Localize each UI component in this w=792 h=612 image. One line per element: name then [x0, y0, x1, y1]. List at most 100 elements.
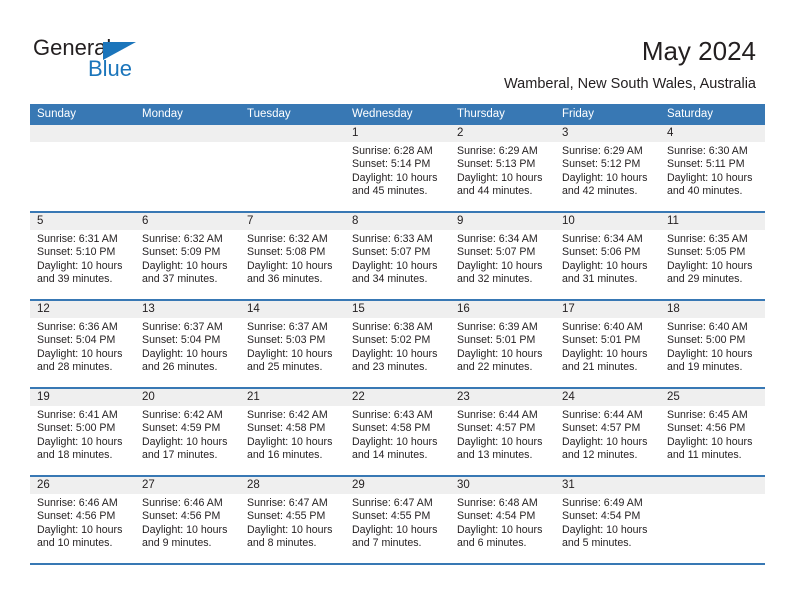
calendar-day-cell[interactable]: 6 Sunrise: 6:32 AM Sunset: 5:09 PM Daylight…	[135, 213, 240, 299]
day-number: 15	[345, 301, 450, 318]
calendar-day-cell[interactable]: 24 Sunrise: 6:44 AM Sunset: 4:57 PM Dayligh…	[555, 389, 660, 475]
calendar-day-cell[interactable]: 2 Sunrise: 6:29 AM Sunset: 5:13 PM Daylight…	[450, 125, 555, 211]
page-subtitle-location: Wamberal, New South Wales, Australia	[504, 76, 756, 92]
daylight-line2-text: and 12 minutes.	[562, 449, 638, 462]
day-number: 26	[30, 477, 135, 494]
daylight-line1-text: Daylight: 10 hours	[352, 523, 438, 536]
calendar-day-cell[interactable]: 26 Sunrise: 6:46 AM Sunset: 4:56 PM Dayligh…	[30, 477, 135, 563]
daylight-line2-text: and 25 minutes.	[247, 361, 323, 374]
daylight-line1-text: Daylight: 10 hours	[562, 523, 648, 536]
sunset-text: Sunset: 4:58 PM	[247, 422, 326, 435]
sunrise-text: Sunrise: 6:35 AM	[667, 233, 748, 245]
day-details: Sunrise: 6:47 AM Sunset: 4:55 PM Daylight:…	[345, 494, 450, 551]
calendar-day-cell[interactable]: 18 Sunrise: 6:40 AM Sunset: 5:00 PM Dayligh…	[660, 301, 765, 387]
calendar-day-cell-empty	[240, 125, 345, 211]
calendar-day-cell[interactable]: 14 Sunrise: 6:37 AM Sunset: 5:03 PM Dayligh…	[240, 301, 345, 387]
calendar-day-cell[interactable]: 10 Sunrise: 6:34 AM Sunset: 5:06 PM Dayligh…	[555, 213, 660, 299]
calendar-day-cell[interactable]: 3 Sunrise: 6:29 AM Sunset: 5:12 PM Daylight…	[555, 125, 660, 211]
daylight-line2-text: and 34 minutes.	[352, 273, 428, 286]
day-details: Sunrise: 6:46 AM Sunset: 4:56 PM Daylight:…	[30, 494, 135, 551]
calendar-day-cell[interactable]: 12 Sunrise: 6:36 AM Sunset: 5:04 PM Dayligh…	[30, 301, 135, 387]
daylight-line1-text: Daylight: 10 hours	[37, 347, 123, 360]
day-details: Sunrise: 6:31 AM Sunset: 5:10 PM Daylight:…	[30, 230, 135, 287]
calendar-page: General Blue May 2024 Wamberal, New Sout…	[0, 0, 792, 612]
calendar-week-row: 19 Sunrise: 6:41 AM Sunset: 5:00 PM Dayligh…	[30, 389, 765, 477]
daylight-line2-text: and 45 minutes.	[352, 185, 428, 198]
sunset-text: Sunset: 5:00 PM	[37, 422, 116, 435]
sunrise-text: Sunrise: 6:41 AM	[37, 409, 118, 421]
day-details	[660, 494, 765, 497]
daylight-line2-text: and 19 minutes.	[667, 361, 743, 374]
sunrise-text: Sunrise: 6:37 AM	[247, 321, 328, 333]
daylight-line2-text: and 14 minutes.	[352, 449, 428, 462]
day-details: Sunrise: 6:28 AM Sunset: 5:14 PM Daylight:…	[345, 142, 450, 199]
calendar-day-cell[interactable]: 22 Sunrise: 6:43 AM Sunset: 4:58 PM Dayligh…	[345, 389, 450, 475]
calendar-day-cell[interactable]: 20 Sunrise: 6:42 AM Sunset: 4:59 PM Dayligh…	[135, 389, 240, 475]
calendar-day-cell[interactable]: 27 Sunrise: 6:46 AM Sunset: 4:56 PM Dayligh…	[135, 477, 240, 563]
calendar-week-row: 26 Sunrise: 6:46 AM Sunset: 4:56 PM Dayligh…	[30, 477, 765, 565]
day-details: Sunrise: 6:47 AM Sunset: 4:55 PM Daylight:…	[240, 494, 345, 551]
daylight-line1-text: Daylight: 10 hours	[352, 259, 438, 272]
daylight-line2-text: and 6 minutes.	[457, 537, 527, 550]
calendar-day-cell[interactable]: 11 Sunrise: 6:35 AM Sunset: 5:05 PM Dayligh…	[660, 213, 765, 299]
calendar-day-cell[interactable]: 23 Sunrise: 6:44 AM Sunset: 4:57 PM Dayligh…	[450, 389, 555, 475]
daylight-line2-text: and 17 minutes.	[142, 449, 218, 462]
daylight-line2-text: and 36 minutes.	[247, 273, 323, 286]
daylight-line2-text: and 13 minutes.	[457, 449, 533, 462]
weekday-header-row: Sunday Monday Tuesday Wednesday Thursday Frid…	[30, 104, 765, 125]
calendar-day-cell[interactable]: 13 Sunrise: 6:37 AM Sunset: 5:04 PM Dayligh…	[135, 301, 240, 387]
day-number: 28	[240, 477, 345, 494]
general-blue-logo[interactable]: General Blue	[33, 36, 213, 84]
daylight-line1-text: Daylight: 10 hours	[142, 347, 228, 360]
calendar-day-cell[interactable]: 5 Sunrise: 6:31 AM Sunset: 5:10 PM Daylight…	[30, 213, 135, 299]
calendar-week-row: 12 Sunrise: 6:36 AM Sunset: 5:04 PM Dayligh…	[30, 301, 765, 389]
calendar-day-cell[interactable]: 19 Sunrise: 6:41 AM Sunset: 5:00 PM Dayligh…	[30, 389, 135, 475]
daylight-line1-text: Daylight: 10 hours	[457, 171, 543, 184]
calendar-day-cell[interactable]: 21 Sunrise: 6:42 AM Sunset: 4:58 PM Dayligh…	[240, 389, 345, 475]
day-details: Sunrise: 6:32 AM Sunset: 5:08 PM Daylight:…	[240, 230, 345, 287]
daylight-line2-text: and 32 minutes.	[457, 273, 533, 286]
day-number: 13	[135, 301, 240, 318]
day-details: Sunrise: 6:37 AM Sunset: 5:04 PM Daylight:…	[135, 318, 240, 375]
calendar-day-cell[interactable]: 28 Sunrise: 6:47 AM Sunset: 4:55 PM Dayligh…	[240, 477, 345, 563]
calendar-day-cell[interactable]: 7 Sunrise: 6:32 AM Sunset: 5:08 PM Daylight…	[240, 213, 345, 299]
day-details: Sunrise: 6:33 AM Sunset: 5:07 PM Daylight:…	[345, 230, 450, 287]
day-details: Sunrise: 6:40 AM Sunset: 5:00 PM Daylight:…	[660, 318, 765, 375]
weekday-header-saturday: Saturday	[667, 108, 714, 120]
day-number: 11	[660, 213, 765, 230]
calendar-day-cell[interactable]: 8 Sunrise: 6:33 AM Sunset: 5:07 PM Daylight…	[345, 213, 450, 299]
calendar-day-cell[interactable]: 16 Sunrise: 6:39 AM Sunset: 5:01 PM Dayligh…	[450, 301, 555, 387]
calendar-day-cell[interactable]: 9 Sunrise: 6:34 AM Sunset: 5:07 PM Daylight…	[450, 213, 555, 299]
sunset-text: Sunset: 5:11 PM	[667, 158, 745, 171]
calendar-day-cell[interactable]: 15 Sunrise: 6:38 AM Sunset: 5:02 PM Dayligh…	[345, 301, 450, 387]
day-details: Sunrise: 6:32 AM Sunset: 5:09 PM Daylight:…	[135, 230, 240, 287]
daylight-line1-text: Daylight: 10 hours	[667, 259, 753, 272]
day-number: 30	[450, 477, 555, 494]
calendar-week-row: 5 Sunrise: 6:31 AM Sunset: 5:10 PM Daylight…	[30, 213, 765, 301]
calendar-day-cell[interactable]: 17 Sunrise: 6:40 AM Sunset: 5:01 PM Dayligh…	[555, 301, 660, 387]
daylight-line1-text: Daylight: 10 hours	[562, 435, 648, 448]
day-details: Sunrise: 6:36 AM Sunset: 5:04 PM Daylight:…	[30, 318, 135, 375]
day-number: 10	[555, 213, 660, 230]
day-details: Sunrise: 6:34 AM Sunset: 5:07 PM Daylight:…	[450, 230, 555, 287]
daylight-line1-text: Daylight: 10 hours	[457, 523, 543, 536]
sunrise-text: Sunrise: 6:29 AM	[457, 145, 538, 157]
weekday-header-wednesday: Wednesday	[352, 108, 413, 120]
sunset-text: Sunset: 5:14 PM	[352, 158, 431, 171]
calendar-day-cell[interactable]: 29 Sunrise: 6:47 AM Sunset: 4:55 PM Dayligh…	[345, 477, 450, 563]
sunset-text: Sunset: 5:02 PM	[352, 334, 431, 347]
day-details: Sunrise: 6:29 AM Sunset: 5:13 PM Daylight:…	[450, 142, 555, 199]
sunset-text: Sunset: 4:56 PM	[667, 422, 746, 435]
calendar-day-cell[interactable]: 25 Sunrise: 6:45 AM Sunset: 4:56 PM Dayligh…	[660, 389, 765, 475]
sunset-text: Sunset: 4:55 PM	[352, 510, 431, 523]
calendar-day-cell[interactable]: 31 Sunrise: 6:49 AM Sunset: 4:54 PM Dayligh…	[555, 477, 660, 563]
daylight-line1-text: Daylight: 10 hours	[352, 435, 438, 448]
calendar-day-cell[interactable]: 4 Sunrise: 6:30 AM Sunset: 5:11 PM Daylight…	[660, 125, 765, 211]
calendar-day-cell[interactable]: 30 Sunrise: 6:48 AM Sunset: 4:54 PM Dayligh…	[450, 477, 555, 563]
daylight-line2-text: and 18 minutes.	[37, 449, 113, 462]
day-number: 1	[345, 125, 450, 142]
daylight-line2-text: and 5 minutes.	[562, 537, 632, 550]
day-number: 2	[450, 125, 555, 142]
daylight-line2-text: and 11 minutes.	[667, 449, 742, 462]
calendar-day-cell[interactable]: 1 Sunrise: 6:28 AM Sunset: 5:14 PM Daylight…	[345, 125, 450, 211]
